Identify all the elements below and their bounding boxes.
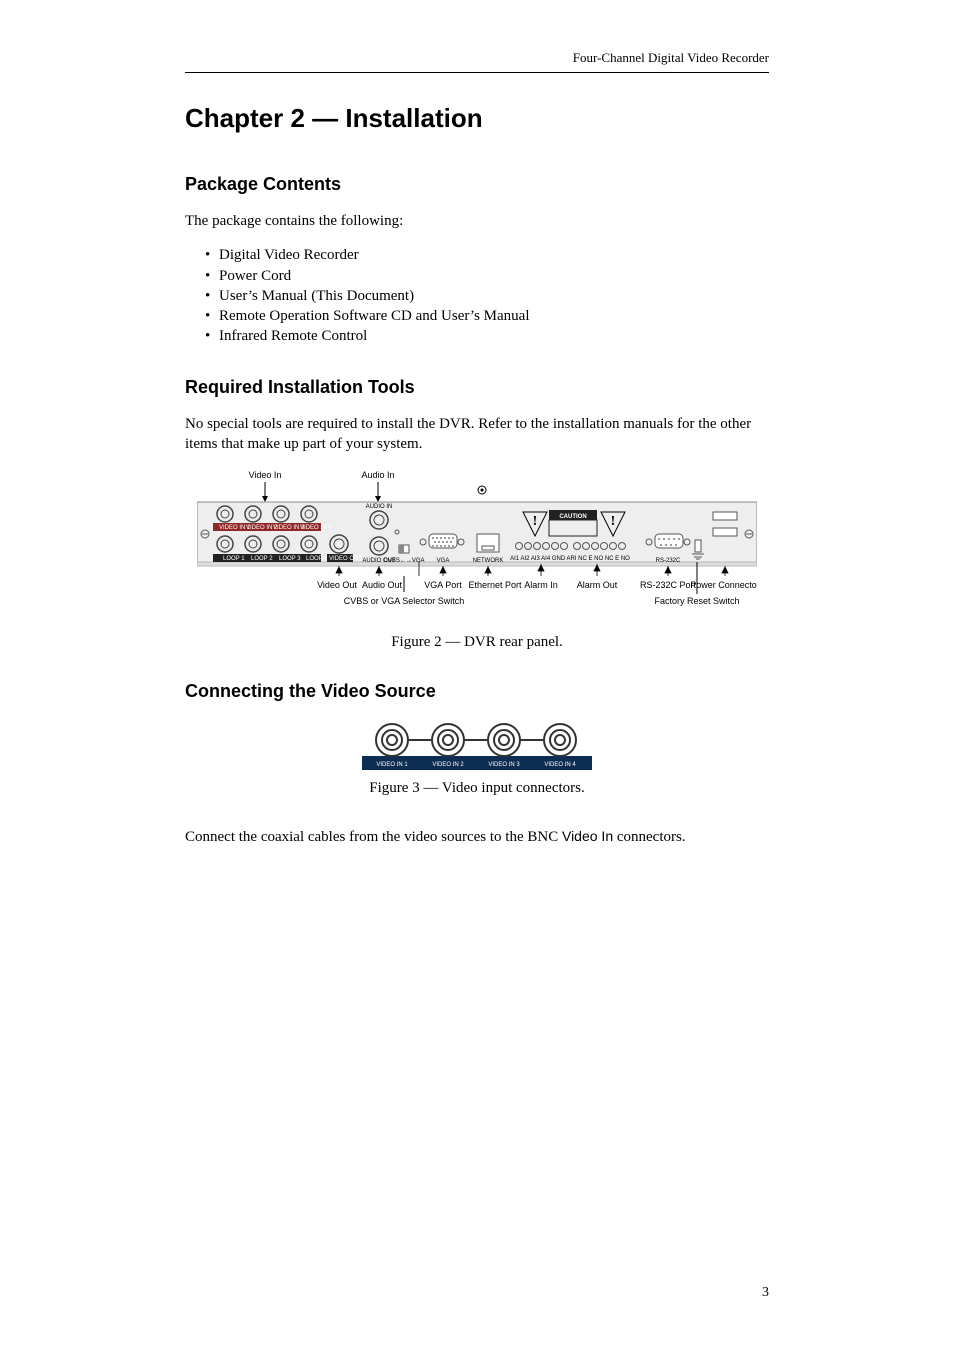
svg-text:Alarm In: Alarm In [524,580,558,590]
svg-text:VIDEO OUT: VIDEO OUT [329,556,362,562]
svg-text:CVBS←→VGA: CVBS←→VGA [383,558,424,564]
svg-text:LOOP 2: LOOP 2 [251,556,273,562]
connect-text-post: connectors. [613,829,685,845]
svg-text:LOOP 3: LOOP 3 [279,556,301,562]
svg-text:Audio Out: Audio Out [362,580,403,590]
page-number: 3 [762,1285,769,1301]
section-package-title: Package Contents [185,174,769,195]
label-video-in-top: Video In [249,470,282,480]
package-list: Digital Video Recorder Power Cord User’s… [185,245,769,346]
connect-text-pre: Connect the coaxial cables from the vide… [185,829,562,845]
label-audio-in-top: Audio In [361,470,394,480]
svg-text:Alarm Out: Alarm Out [577,580,618,590]
connect-text-label: Video In [562,828,613,844]
svg-text:RS-232C: RS-232C [656,558,681,564]
connect-video-source-text: Connect the coaxial cables from the vide… [185,827,769,847]
list-item: User’s Manual (This Document) [219,286,769,306]
figure-3: VIDEO IN 1 VIDEO IN 2 VIDEO IN 3 VIDEO I… [185,718,769,774]
svg-text:CAUTION: CAUTION [559,514,586,520]
figure2-caption: Figure 2 — DVR rear panel. [185,634,769,651]
document-page: Four-Channel Digital Video Recorder Chap… [0,0,954,1351]
svg-text:VIDEO IN 4: VIDEO IN 4 [544,762,576,768]
svg-text:VGA Port: VGA Port [424,580,462,590]
svg-text:VIDEO IN 3: VIDEO IN 3 [488,762,520,768]
section-tools-title: Required Installation Tools [185,377,769,398]
figure3-caption: Figure 3 — Video input connectors. [185,780,769,797]
video-input-connectors-diagram: VIDEO IN 1 VIDEO IN 2 VIDEO IN 3 VIDEO I… [362,718,592,774]
svg-text:!: ! [533,514,538,529]
svg-text:!: ! [611,514,616,529]
svg-text:Factory Reset Switch: Factory Reset Switch [654,596,739,606]
dvr-rear-panel-diagram: Video In Audio In [197,468,757,628]
running-header: Four-Channel Digital Video Recorder [185,50,769,66]
tools-body: No special tools are required to install… [185,414,769,455]
section-video-source-title: Connecting the Video Source [185,681,769,702]
header-rule [185,72,769,73]
svg-text:AI1 AI2 AI3 AI4 GND ARI NC: AI1 AI2 AI3 AI4 GND ARI NC E NO NC E NO [510,556,630,562]
list-item: Infrared Remote Control [219,326,769,346]
svg-text:Ethernet Port: Ethernet Port [468,580,522,590]
list-item: Power Cord [219,266,769,286]
chapter-title: Chapter 2 — Installation [185,103,769,134]
svg-text:AUDIO IN: AUDIO IN [366,504,393,510]
svg-text:Power Connector: Power Connector [690,580,757,590]
package-intro: The package contains the following: [185,211,769,231]
svg-text:LOOP 1: LOOP 1 [223,556,245,562]
svg-text:NETWORK: NETWORK [473,558,504,564]
svg-text:VIDEO IN 2: VIDEO IN 2 [432,762,464,768]
svg-text:LOOP 4: LOOP 4 [306,556,328,562]
svg-text:VGA: VGA [437,558,450,564]
svg-text:CVBS or VGA Selector Switch: CVBS or VGA Selector Switch [344,596,465,606]
svg-text:RS-232C Port: RS-232C Port [640,580,697,590]
svg-text:VIDEO IN 1: VIDEO IN 1 [376,762,408,768]
list-item: Digital Video Recorder [219,245,769,265]
figure-2: Video In Audio In [185,468,769,628]
svg-text:VIDEO IN 4: VIDEO IN 4 [300,525,332,531]
svg-text:Video Out: Video Out [317,580,357,590]
list-item: Remote Operation Software CD and User’s … [219,306,769,326]
